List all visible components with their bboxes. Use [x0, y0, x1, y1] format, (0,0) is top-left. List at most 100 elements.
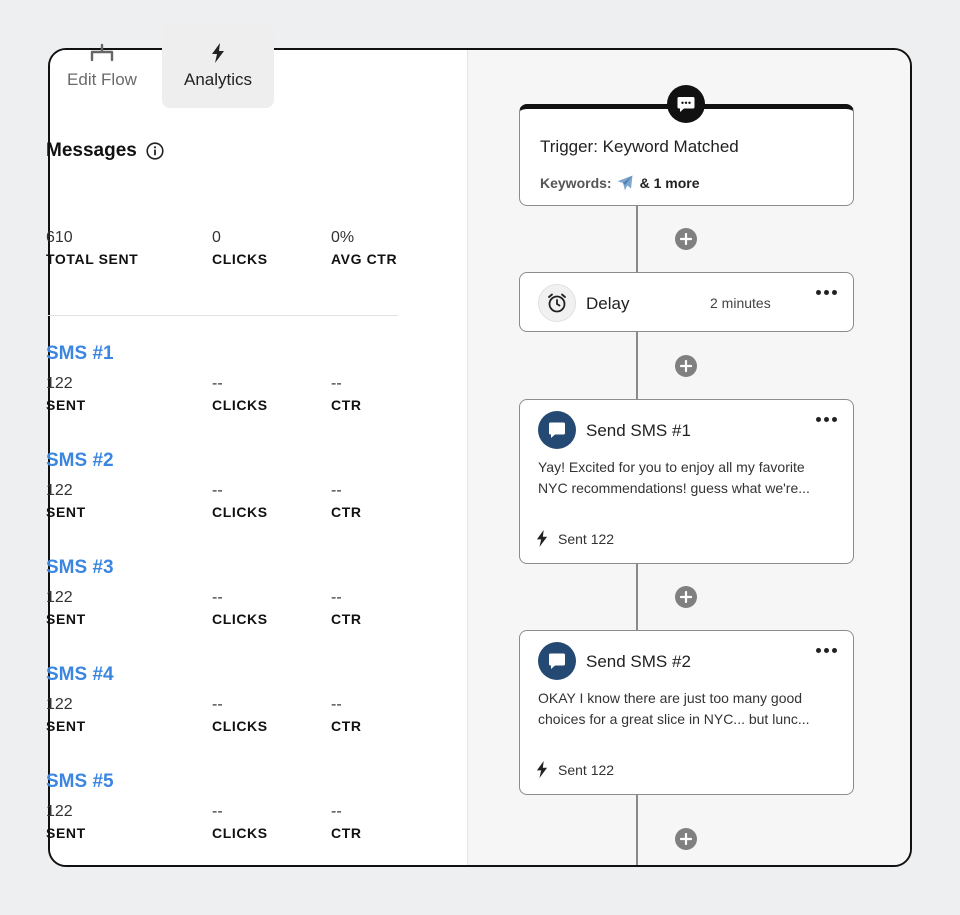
bolt-icon — [536, 530, 548, 547]
stat-value: -- — [331, 589, 342, 606]
sent-count: Sent 122 — [558, 761, 615, 778]
tab-label: Edit Flow — [67, 70, 137, 89]
stat-sent: 122 SENT — [46, 803, 86, 841]
sms-5-link[interactable]: SMS #5 — [46, 771, 114, 793]
info-icon[interactable] — [146, 142, 164, 160]
stat-label: CLICKS — [212, 611, 268, 627]
stat-value: 122 — [46, 803, 73, 820]
messages-title: Messages — [46, 140, 137, 161]
chat-icon — [667, 85, 705, 123]
stat-ctr: -- CTR — [331, 696, 362, 734]
tab-edit-flow[interactable]: Edit Flow — [46, 24, 158, 108]
stat-clicks: -- CLICKS — [212, 589, 268, 627]
bolt-icon — [536, 761, 548, 778]
stat-label: CLICKS — [212, 504, 268, 520]
stat-value: 122 — [46, 482, 73, 499]
message-icon — [538, 642, 576, 680]
sms-sent-status: Sent 122 — [536, 761, 614, 778]
stat-value: -- — [331, 696, 342, 713]
sms-card-title: Send SMS #2 — [586, 652, 691, 671]
sms-1-link[interactable]: SMS #1 — [46, 343, 114, 365]
airplane-icon — [616, 174, 634, 192]
delay-label: Delay — [586, 294, 630, 313]
add-step-button[interactable] — [675, 586, 697, 608]
section-divider — [46, 315, 398, 316]
stat-label: SENT — [46, 611, 86, 627]
keywords-more: & 1 more — [639, 175, 700, 191]
stat-sent: 122 SENT — [46, 589, 86, 627]
stat-total-sent: 610 TOTAL SENT — [46, 229, 138, 267]
stat-clicks: -- CLICKS — [212, 696, 268, 734]
sms-preview-text: Yay! Excited for you to enjoy all my fav… — [538, 459, 810, 496]
stat-label: SENT — [46, 397, 86, 413]
messages-heading: Messages — [46, 140, 164, 162]
stat-label: AVG CTR — [331, 251, 398, 267]
plus-icon — [680, 233, 692, 245]
trigger-title: Trigger: Keyword Matched — [540, 137, 739, 156]
send-sms-1-card[interactable]: Send SMS #1 Yay! Excited for you to enjo… — [519, 399, 854, 564]
flow-connector — [636, 564, 638, 631]
alarm-clock-icon — [538, 284, 576, 322]
message-icon — [538, 411, 576, 449]
send-sms-2-card[interactable]: Send SMS #2 OKAY I know there are just t… — [519, 630, 854, 795]
sms-4-link[interactable]: SMS #4 — [46, 664, 114, 686]
stat-label: CTR — [331, 611, 362, 627]
stat-value: -- — [331, 803, 342, 820]
stat-value: -- — [212, 696, 223, 713]
keywords-label: Keywords: — [540, 175, 612, 191]
stat-value: 122 — [46, 589, 73, 606]
stat-clicks: -- CLICKS — [212, 482, 268, 520]
stat-value: -- — [212, 482, 223, 499]
stat-ctr: -- CTR — [331, 803, 362, 841]
add-step-button[interactable] — [675, 228, 697, 250]
plus-icon — [680, 591, 692, 603]
stat-label: SENT — [46, 504, 86, 520]
stat-label: SENT — [46, 718, 86, 734]
stat-ctr: -- CTR — [331, 375, 362, 413]
add-step-button[interactable] — [675, 828, 697, 850]
stat-sent: 122 SENT — [46, 696, 86, 734]
stat-value: 122 — [46, 696, 73, 713]
tab-analytics[interactable]: Analytics — [162, 24, 274, 108]
stat-value: -- — [212, 589, 223, 606]
stat-value: -- — [212, 803, 223, 820]
flow-connector — [636, 205, 638, 272]
stat-label: CTR — [331, 397, 362, 413]
bolt-icon — [211, 42, 225, 64]
flow-connector — [636, 795, 638, 865]
add-step-button[interactable] — [675, 355, 697, 377]
stat-label: CTR — [331, 504, 362, 520]
delay-duration: 2 minutes — [710, 295, 771, 311]
tab-label: Analytics — [183, 70, 253, 89]
plus-icon — [680, 360, 692, 372]
stat-label: CLICKS — [212, 718, 268, 734]
flow-icon — [89, 42, 115, 64]
stat-clicks: -- CLICKS — [212, 803, 268, 841]
stat-label: CTR — [331, 718, 362, 734]
stat-avg-ctr: 0% AVG CTR — [331, 229, 397, 267]
stat-value: -- — [331, 375, 342, 392]
stat-ctr: -- CTR — [331, 482, 362, 520]
trigger-keywords: Keywords: & 1 more — [540, 174, 700, 192]
more-options-button[interactable] — [814, 286, 839, 299]
sent-count: Sent 122 — [558, 530, 615, 547]
more-options-button[interactable] — [814, 644, 839, 657]
sms-card-title: Send SMS #1 — [586, 421, 691, 440]
stat-ctr: -- CTR — [331, 589, 362, 627]
stat-sent: 122 SENT — [46, 482, 86, 520]
stat-clicks: 0 CLICKS — [212, 229, 268, 267]
sms-2-link[interactable]: SMS #2 — [46, 450, 114, 472]
plus-icon — [680, 833, 692, 845]
stat-value: -- — [212, 375, 223, 392]
delay-card[interactable]: Delay 2 minutes — [519, 272, 854, 332]
stat-value: 610 — [46, 229, 73, 246]
more-options-button[interactable] — [814, 413, 839, 426]
sms-sent-status: Sent 122 — [536, 530, 614, 547]
stat-label: CLICKS — [212, 825, 268, 841]
stat-value: 0 — [212, 229, 221, 246]
stat-value: -- — [331, 482, 342, 499]
stat-label: SENT — [46, 825, 86, 841]
sms-3-link[interactable]: SMS #3 — [46, 557, 114, 579]
stat-label: CTR — [331, 825, 362, 841]
stat-label: TOTAL SENT — [46, 251, 139, 267]
